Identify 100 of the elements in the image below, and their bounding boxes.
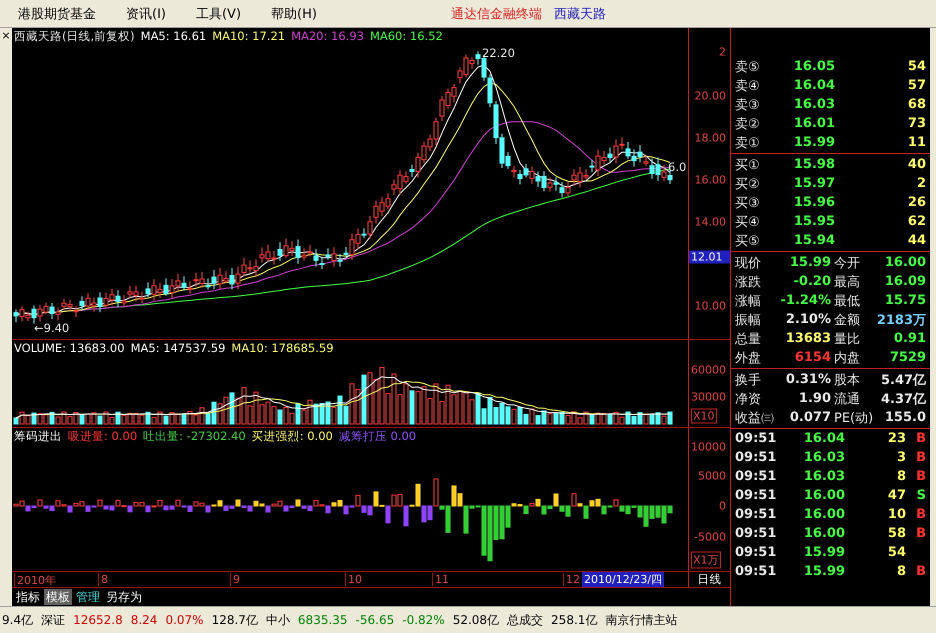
axis-tick-label: 10.00 <box>694 300 726 312</box>
stat-label: 今开 <box>833 254 861 272</box>
order-price: 16.05 <box>792 59 835 74</box>
bottom-tab[interactable]: 另存为 <box>104 589 144 605</box>
stat-value: 5.47亿 <box>881 372 926 388</box>
menu-item[interactable]: 港股期货基金 <box>18 4 96 22</box>
status-text: 6835.35 <box>298 613 348 627</box>
date-axis-label: 9 <box>230 573 240 586</box>
order-level-label: 卖③ <box>735 96 761 114</box>
order-volume: 40 <box>906 157 926 172</box>
stat-label: 股本 <box>833 372 861 388</box>
bottom-tab[interactable]: 管理 <box>74 589 102 605</box>
trade-volume: 47 <box>886 488 906 503</box>
axis-tick-label: 18.00 <box>694 132 726 144</box>
stat-value: 155.0 <box>884 410 926 425</box>
legend-text: VOLUME: 13683.00 <box>14 341 125 355</box>
axis-tick-label: 5000 <box>698 470 726 482</box>
axis-unit-label: X1万 <box>691 552 721 568</box>
stat-label: 净资 <box>735 390 762 408</box>
legend-text: 筹码进出 <box>14 429 62 444</box>
legend-text: MA10: 17.21 <box>212 29 286 44</box>
axis-tick-label: 30000 <box>691 390 726 404</box>
axis-tick-label: 10000 <box>691 440 726 454</box>
legend-text: 减筹打压 0.00 <box>338 429 416 444</box>
close-button[interactable]: × <box>1 30 11 41</box>
date-axis-label: 12 <box>563 573 580 586</box>
order-price: 15.98 <box>792 157 835 172</box>
order-level-label: 卖⑤ <box>735 58 761 76</box>
status-text: 总成交 <box>507 612 544 628</box>
status-text: -56.65 <box>356 613 394 627</box>
stat-value: 6154 <box>794 350 831 365</box>
order-volume: 68 <box>906 97 926 112</box>
current-value-marker: 12.01 <box>689 250 730 264</box>
stat-value: -1.24% <box>780 293 831 308</box>
stat-label: 振幅 <box>735 312 762 328</box>
status-text: -0.82% <box>402 613 445 627</box>
stat-value: 15.99 <box>788 255 831 270</box>
order-price: 16.04 <box>792 78 835 93</box>
stat-value: 2.10% <box>784 312 831 327</box>
order-volume: 11 <box>906 135 926 150</box>
stock-title: 西藏天路 <box>554 6 606 22</box>
bottom-tab[interactable]: 指标 <box>14 589 42 605</box>
status-text: 258.1亿 <box>551 612 598 628</box>
trade-volume: 54 <box>886 545 906 560</box>
trade-price: 16.03 <box>802 450 845 465</box>
trade-side: B <box>915 507 926 522</box>
status-text: 中小 <box>266 612 290 628</box>
trade-time: 09:51 <box>735 488 778 503</box>
low-price-label: ←9.40 <box>34 321 70 335</box>
stat-label: 内盘 <box>833 350 861 366</box>
status-text: 12652.8 <box>73 613 123 627</box>
stat-label: 最低 <box>833 292 861 310</box>
status-text: 南京行情主站 <box>605 612 678 628</box>
stat-value: 7529 <box>888 350 926 365</box>
period-label: 日线 <box>688 572 730 587</box>
order-level-label: 买① <box>735 156 761 174</box>
trade-volume: 8 <box>896 469 906 484</box>
menu-item[interactable]: 工具(V) <box>196 4 242 22</box>
menu-item[interactable]: 帮助(H) <box>271 4 317 22</box>
stat-value: 0.077 <box>788 410 831 425</box>
stat-label: 涨跌 <box>735 274 762 290</box>
axis-tick-label: 60000 <box>691 364 726 376</box>
order-price: 16.03 <box>792 97 835 112</box>
order-volume: 73 <box>906 116 926 131</box>
trade-volume: 58 <box>886 526 906 541</box>
bottom-tab[interactable]: 模板 <box>44 589 72 605</box>
trade-time: 09:51 <box>735 431 778 446</box>
order-volume: 2 <box>916 176 926 191</box>
trade-price: 16.00 <box>802 488 845 503</box>
axis-tick-label: 16.00 <box>694 174 726 186</box>
trade-volume: 10 <box>886 507 906 522</box>
order-level-label: 买② <box>735 176 761 192</box>
legend-text: 吸进量: 0.00 <box>68 429 138 444</box>
menu-item[interactable]: 资讯(I) <box>126 4 166 22</box>
date-axis-label: 8 <box>98 573 108 586</box>
stat-value: 4.37亿 <box>881 390 926 408</box>
trade-price: 16.03 <box>802 469 845 484</box>
stat-label: 流通 <box>833 390 861 408</box>
trade-side: B <box>915 526 926 541</box>
legend-text: MA5: 16.61 <box>140 29 206 44</box>
status-text: 0.07% <box>165 613 204 627</box>
stat-label: 换手 <box>735 372 762 388</box>
order-volume: 54 <box>906 59 926 74</box>
trade-side: B <box>915 564 926 579</box>
stat-label: 最高 <box>833 274 861 290</box>
trade-price: 15.99 <box>802 545 845 560</box>
order-price: 15.96 <box>792 195 835 210</box>
order-level-label: 买③ <box>735 194 761 212</box>
trade-price: 16.04 <box>802 431 845 446</box>
legend-text: MA20: 16.93 <box>291 29 364 44</box>
order-price: 15.95 <box>792 214 835 229</box>
trade-time: 09:51 <box>735 469 778 484</box>
order-volume: 26 <box>906 195 926 210</box>
legend-text: 吐出量: -27302.40 <box>143 429 246 444</box>
stat-label: 收益㈢ <box>735 410 775 426</box>
stat-value: 16.09 <box>884 274 926 289</box>
stat-value: 1.90 <box>798 391 831 406</box>
axis-tick-label: 2 <box>719 46 726 58</box>
stat-label: 量比 <box>833 330 861 348</box>
axis-tick-label: 14.00 <box>694 216 726 228</box>
